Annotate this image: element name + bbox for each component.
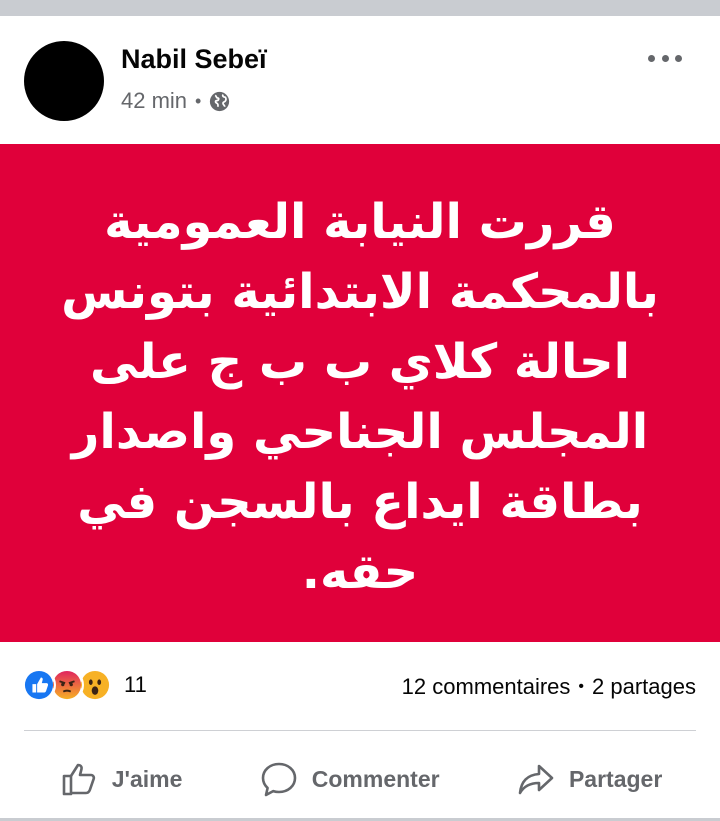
more-options-icon[interactable] [648, 52, 682, 64]
post-time[interactable]: 42 min [121, 88, 187, 114]
avatar[interactable] [24, 41, 104, 121]
post-header: Nabil Sebeï 42 min • [0, 16, 720, 144]
shares-count[interactable]: 2 partages [592, 674, 696, 700]
reaction-count[interactable]: 11 [124, 672, 147, 698]
divider [24, 730, 696, 731]
comment-icon [261, 762, 297, 797]
banner-line: قررت النيابة العمومية [104, 194, 616, 250]
banner-line: المجلس الجناحي واصدار [71, 404, 649, 460]
banner-text: قررت النيابة العمومية بالمحكمة الابتدائي… [60, 187, 660, 607]
banner-line: بالمحكمة الابتدائية بتونس [61, 264, 659, 320]
post-meta: 42 min • [121, 88, 230, 114]
comments-count[interactable]: 12 commentaires [402, 674, 571, 700]
post-banner[interactable]: قررت النيابة العمومية بالمحكمة الابتدائي… [0, 144, 720, 642]
banner-line: بطاقة ايداع بالسجن في حقه. [77, 474, 643, 600]
reactions-summary[interactable]: 11 [22, 668, 147, 702]
author-name[interactable]: Nabil Sebeï [121, 44, 267, 75]
globe-icon[interactable] [209, 91, 230, 112]
like-button[interactable]: J'aime [58, 758, 183, 800]
share-icon [518, 764, 554, 795]
comment-button[interactable]: Commenter [258, 758, 440, 800]
post-card: Nabil Sebeï 42 min • قررت النيابة العموم… [0, 16, 720, 818]
share-button[interactable]: Partager [515, 758, 662, 800]
share-label: Partager [568, 765, 663, 792]
stats-separator: • [578, 678, 585, 695]
post-stats: 11 12 commentaires • 2 partages [0, 668, 720, 708]
meta-separator: • [195, 90, 202, 111]
like-label: J'aime [111, 765, 183, 792]
action-bar: J'aime Commenter Partager [0, 751, 720, 807]
engagement-counts: 12 commentaires • 2 partages [402, 674, 696, 700]
feed-background-top [0, 0, 720, 16]
banner-line: احالة كلاي ب ب ج على [89, 334, 631, 390]
comment-label: Commenter [311, 765, 440, 792]
thumbs-up-icon [62, 763, 95, 796]
like-icon [22, 668, 56, 702]
